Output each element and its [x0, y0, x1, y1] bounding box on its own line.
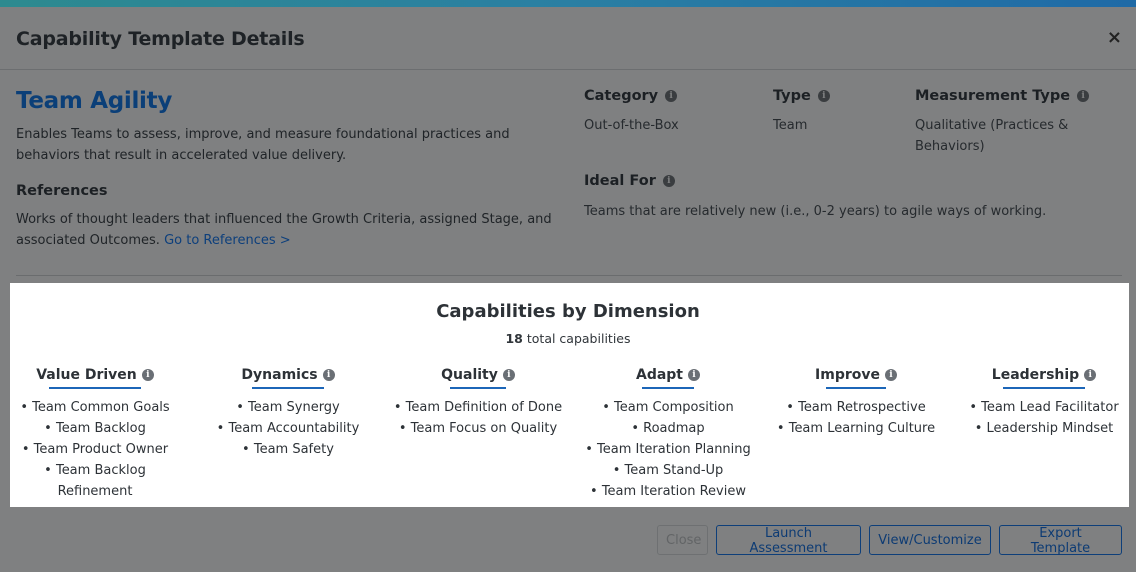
- dimension-underline: [826, 387, 886, 389]
- info-icon[interactable]: i: [502, 369, 515, 381]
- dimension-title[interactable]: Quality: [441, 367, 498, 383]
- capability-item: • Team Lead Facilitator: [969, 400, 1119, 415]
- close-icon[interactable]: ×: [1107, 27, 1122, 48]
- type-value: Team: [773, 118, 808, 133]
- dimension-title[interactable]: Adapt: [636, 367, 683, 383]
- category-label: Category i: [584, 88, 678, 104]
- template-description: Enables Teams to assess, improve, and me…: [16, 127, 510, 163]
- dimension-improve: Improve i • Team Retrospective • Team Lea…: [771, 366, 941, 439]
- capability-item: • Team Synergy: [236, 400, 340, 415]
- capability-item: • Team Backlog: [44, 421, 146, 436]
- capability-item: Refinement: [57, 484, 133, 499]
- capability-item: • Team Focus on Quality: [398, 421, 558, 436]
- dimension-value-driven: Value Driven i • Team Common Goals • Team…: [15, 366, 175, 502]
- modal-title: Capability Template Details: [16, 28, 305, 50]
- capability-item: • Team Iteration Review: [590, 484, 746, 499]
- info-icon[interactable]: i: [884, 369, 897, 381]
- capability-item: • Team Learning Culture: [776, 421, 936, 436]
- capability-item: • Leadership Mindset: [974, 421, 1114, 436]
- capability-item: • Team Stand-Up: [612, 463, 724, 478]
- dimension-title[interactable]: Value Driven: [36, 367, 137, 383]
- ideal-for-value: Teams that are relatively new (i.e., 0-2…: [584, 204, 1047, 219]
- total-capabilities: 18 total capabilities: [505, 331, 631, 346]
- dimension-underline: [252, 387, 324, 389]
- capability-item: • Team Backlog: [44, 463, 146, 478]
- info-icon[interactable]: i: [1077, 90, 1090, 102]
- launch-assessment-button[interactable]: Launch Assessment: [716, 525, 861, 556]
- capability-item: • Team Retrospective: [786, 400, 926, 415]
- capability-item: • Team Accountability: [216, 421, 360, 436]
- info-icon[interactable]: i: [688, 369, 701, 381]
- measurement-type-label: Measurement Type i: [915, 88, 1090, 104]
- dimension-underline: [49, 387, 141, 389]
- dimension-underline: [450, 387, 506, 389]
- go-to-references-link[interactable]: Go to References >: [164, 233, 291, 248]
- info-icon[interactable]: i: [665, 90, 678, 102]
- references-label: References: [16, 183, 108, 199]
- template-name: Team Agility: [16, 88, 173, 114]
- capability-item: • Roadmap: [631, 421, 705, 436]
- view-customize-button[interactable]: View/Customize: [869, 525, 991, 555]
- dimension-adapt: Adapt i • Team Composition • Roadmap • Te…: [580, 366, 756, 502]
- capability-template-modal: Capability Template Details × Team Agili…: [0, 7, 1136, 572]
- info-icon[interactable]: i: [662, 175, 675, 187]
- category-value: Out-of-the-Box: [584, 118, 679, 133]
- close-button[interactable]: Close: [657, 525, 708, 555]
- dimension-title[interactable]: Leadership: [992, 367, 1079, 383]
- dimension-title[interactable]: Improve: [815, 367, 880, 383]
- type-label: Type i: [773, 88, 830, 104]
- capability-item: • Team Definition of Done: [393, 400, 563, 415]
- info-icon[interactable]: i: [1084, 369, 1097, 381]
- capabilities-by-dimension-panel: Capabilities by Dimension 18 total capab…: [10, 283, 1129, 507]
- capability-item: • Team Product Owner: [21, 442, 169, 457]
- export-template-button[interactable]: Export Template: [999, 525, 1122, 556]
- dimension-title[interactable]: Dynamics: [241, 367, 317, 383]
- capability-item: • Team Iteration Planning: [585, 442, 751, 457]
- info-icon[interactable]: i: [322, 369, 335, 381]
- info-icon[interactable]: i: [817, 90, 830, 102]
- dimension-underline: [1003, 387, 1085, 389]
- top-accent-bar: [0, 0, 1136, 7]
- section-divider: [16, 275, 1122, 276]
- info-icon[interactable]: i: [141, 369, 154, 381]
- dimension-leadership: Leadership i • Team Lead Facilitator • Le…: [959, 366, 1129, 439]
- modal-header: Capability Template Details ×: [0, 7, 1136, 70]
- measurement-type-value: Qualitative (Practices & Behaviors): [915, 118, 1069, 154]
- dimension-quality: Quality i • Team Definition of Done • Tea…: [393, 366, 563, 439]
- panel-title: Capabilities by Dimension: [436, 301, 700, 322]
- references-text: Works of thought leaders that influenced…: [16, 212, 552, 248]
- dimension-dynamics: Dynamics i • Team Synergy • Team Accounta…: [208, 366, 368, 460]
- capability-item: • Team Composition: [602, 400, 734, 415]
- capability-item: • Team Common Goals: [20, 400, 170, 415]
- dimension-underline: [642, 387, 694, 389]
- ideal-for-label: Ideal For i: [584, 173, 675, 189]
- capability-item: • Team Safety: [242, 442, 334, 457]
